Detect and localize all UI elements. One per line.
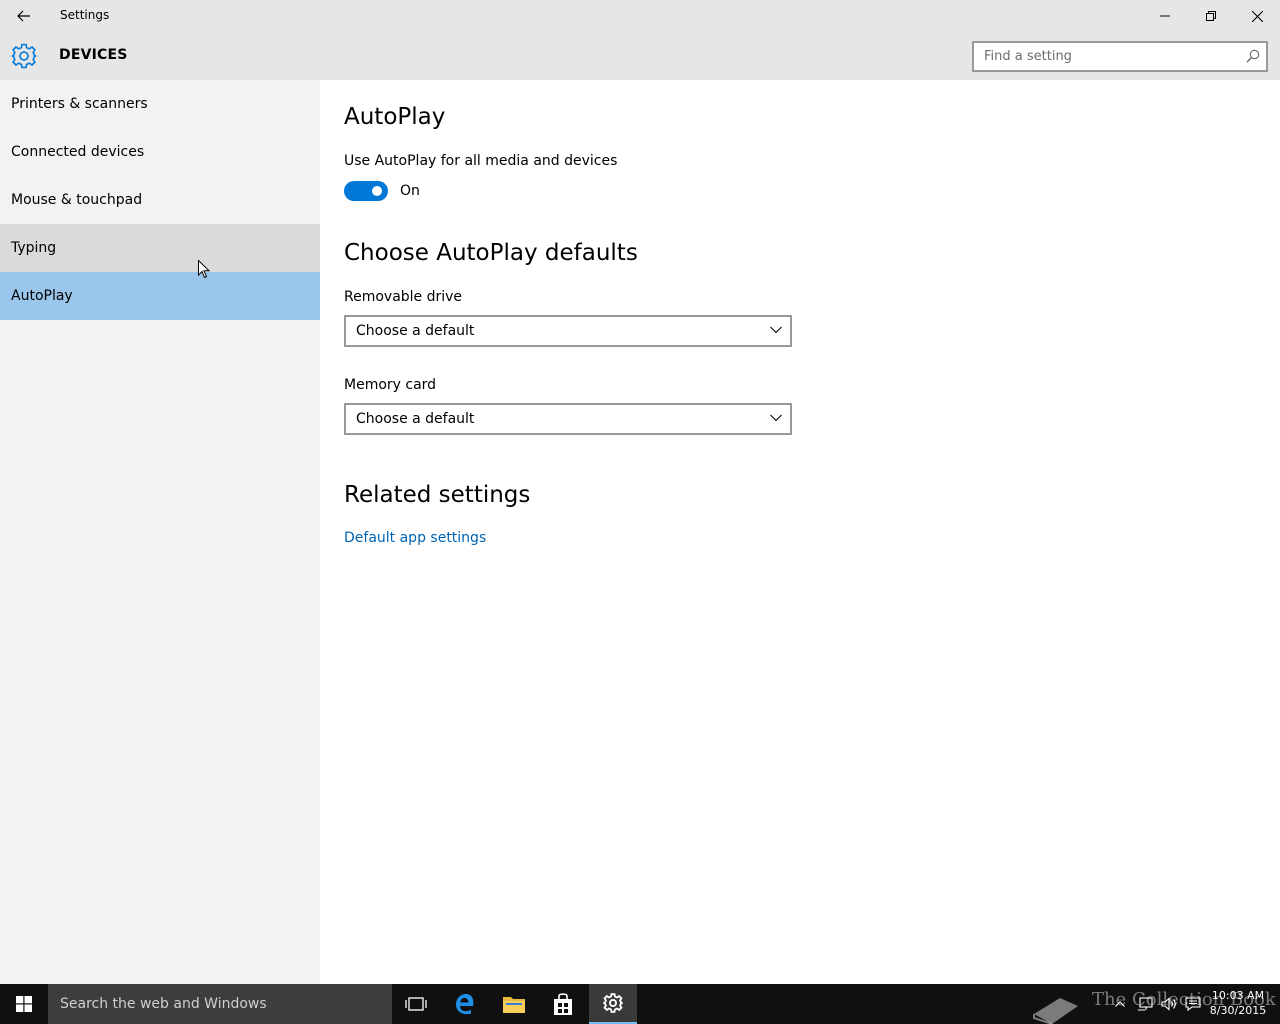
start-button[interactable]	[0, 984, 48, 1024]
restore-button[interactable]	[1188, 0, 1234, 32]
default-app-settings-link[interactable]: Default app settings	[344, 530, 486, 546]
mouse-cursor-icon	[198, 260, 210, 279]
file-explorer-button[interactable]	[490, 984, 538, 1024]
notifications-icon	[1185, 997, 1201, 1011]
action-center-button[interactable]	[1182, 984, 1204, 1024]
folder-icon	[503, 997, 525, 1013]
removable-drive-label: Removable drive	[344, 289, 463, 305]
settings-header: DEVICES	[0, 32, 1280, 80]
network-button[interactable]	[1134, 984, 1156, 1024]
close-button[interactable]	[1234, 0, 1280, 32]
volume-icon	[1161, 997, 1176, 1011]
chevron-up-icon	[1115, 1001, 1125, 1007]
autoplay-toggle[interactable]	[344, 181, 388, 201]
network-icon	[1138, 997, 1153, 1011]
task-view-icon	[405, 997, 427, 1011]
show-hidden-icons-button[interactable]	[1110, 984, 1130, 1024]
related-settings-heading: Related settings	[344, 482, 531, 508]
sidebar-item-typing[interactable]: Typing	[0, 224, 320, 272]
section-title: DEVICES	[59, 47, 128, 63]
memory-card-dropdown[interactable]: Choose a default	[344, 403, 792, 435]
chevron-down-icon	[770, 414, 782, 422]
taskbar-clock[interactable]: 10:03 AM 8/30/2015	[1206, 988, 1270, 1018]
toggle-knob	[372, 186, 382, 196]
sidebar-item-printers-scanners[interactable]: Printers & scanners	[0, 80, 320, 128]
search-box[interactable]	[972, 41, 1268, 72]
store-icon	[554, 993, 572, 1015]
back-button[interactable]	[0, 0, 48, 32]
restore-icon	[1206, 11, 1216, 21]
close-icon	[1251, 10, 1263, 22]
sidebar: Printers & scanners Connected devices Mo…	[0, 80, 320, 984]
edge-button[interactable]	[441, 984, 489, 1024]
edge-icon	[456, 994, 474, 1015]
taskbar: Search the web and Windows The Collectio…	[0, 984, 1280, 1024]
sidebar-item-autoplay[interactable]: AutoPlay	[0, 272, 320, 320]
back-arrow-icon	[17, 10, 30, 22]
minimize-button[interactable]	[1142, 0, 1188, 32]
sidebar-item-connected-devices[interactable]: Connected devices	[0, 128, 320, 176]
chevron-down-icon	[770, 326, 782, 334]
use-autoplay-label: Use AutoPlay for all media and devices	[344, 153, 618, 169]
autoplay-defaults-heading: Choose AutoPlay defaults	[344, 240, 638, 266]
window-title: Settings	[60, 8, 110, 22]
search-input[interactable]	[974, 43, 1234, 70]
memory-card-value: Choose a default	[356, 411, 475, 427]
gear-icon	[603, 993, 623, 1013]
memory-card-label: Memory card	[344, 377, 437, 393]
title-bar: Settings	[0, 0, 1280, 32]
book-watermark-icon	[1033, 998, 1078, 1024]
main-content: AutoPlay Use AutoPlay for all media and …	[320, 80, 1280, 984]
task-view-button[interactable]	[392, 984, 440, 1024]
clock-date: 8/30/2015	[1209, 1004, 1267, 1017]
page-title: AutoPlay	[344, 104, 446, 130]
minimize-icon	[1160, 15, 1170, 17]
clock-time: 10:03 AM	[1211, 989, 1265, 1002]
removable-drive-dropdown[interactable]: Choose a default	[344, 315, 792, 347]
removable-drive-value: Choose a default	[356, 323, 475, 339]
settings-taskbar-button[interactable]	[589, 984, 637, 1024]
search-icon[interactable]	[1246, 49, 1260, 63]
volume-button[interactable]	[1158, 984, 1180, 1024]
store-button[interactable]	[539, 984, 587, 1024]
toggle-state-label: On	[400, 183, 420, 199]
taskbar-search-box[interactable]: Search the web and Windows	[48, 984, 392, 1024]
windows-logo-icon	[16, 996, 32, 1012]
gear-icon	[11, 43, 37, 69]
sidebar-item-mouse-touchpad[interactable]: Mouse & touchpad	[0, 176, 320, 224]
